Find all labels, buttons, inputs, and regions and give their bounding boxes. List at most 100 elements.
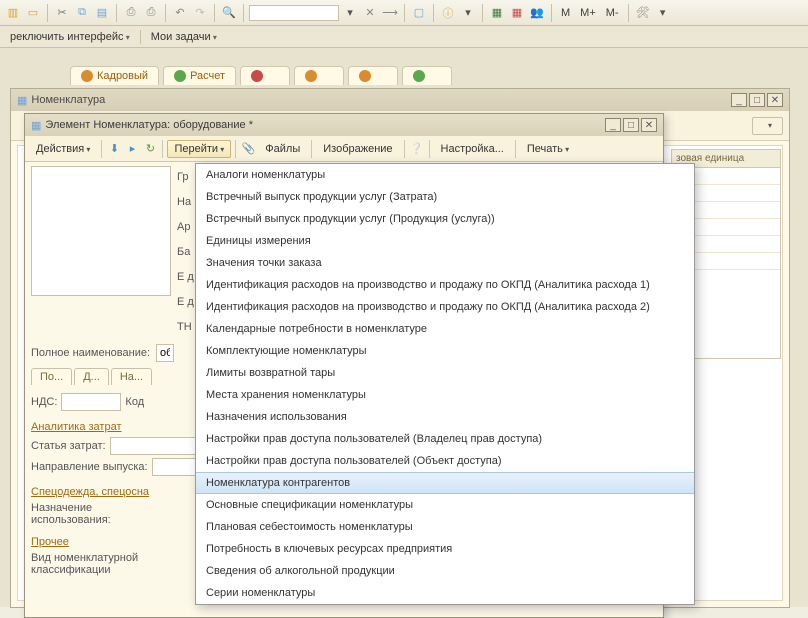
settings-button[interactable]: Настройка... <box>434 140 511 158</box>
dd-item[interactable]: Аналоги номенклатуры <box>196 164 694 186</box>
window-icon[interactable]: ▢ <box>410 4 428 22</box>
cost-item-input[interactable] <box>110 437 197 455</box>
cost-item-label: Статья затрат: <box>31 440 106 452</box>
refresh-icon[interactable]: ↻ <box>142 141 158 157</box>
element-toolbar: Действия ⬇ ▸ ↻ Перейти 📎 Файлы Изображен… <box>25 136 663 162</box>
new-doc-icon[interactable]: ▥ <box>4 4 22 22</box>
nds-input[interactable] <box>61 393 121 411</box>
memory-m-button[interactable]: M <box>557 5 574 21</box>
app-main-toolbar: ▥ ▭ ✂ ⧉ ▤ ⎙ ⎙ ↶ ↷ 🔍 ▾ ✕ ⟶ ▢ ⓘ ▾ ▦ ▦ 👥 M … <box>0 0 808 26</box>
dd-item[interactable]: Настройки прав доступа пользователей (Об… <box>196 450 694 472</box>
mini-tab-3[interactable]: На... <box>111 368 152 385</box>
image-button[interactable]: Изображение <box>316 140 399 158</box>
search-input[interactable] <box>249 5 339 21</box>
dd-item[interactable]: Основные спецификации номенклатуры <box>196 494 694 516</box>
tab-5[interactable] <box>348 66 398 85</box>
close-button[interactable]: ✕ <box>767 93 783 107</box>
tab-3[interactable] <box>240 66 290 85</box>
maximize-button[interactable]: □ <box>749 93 765 107</box>
minimize-button[interactable]: _ <box>731 93 747 107</box>
minimize-button[interactable]: _ <box>605 118 621 132</box>
dd-item[interactable]: Настройки прав доступа пользователей (Вл… <box>196 428 694 450</box>
print-preview-icon[interactable]: ⎙ <box>142 4 160 22</box>
print-button[interactable]: Печать <box>520 140 576 158</box>
toolbar-drop-right[interactable] <box>752 117 783 135</box>
dd-item[interactable]: Потребность в ключевых ресурсах предприя… <box>196 538 694 560</box>
menu-my-tasks[interactable]: Мои задачи <box>145 29 223 45</box>
nds-label: НДС: <box>31 396 57 408</box>
dd-item[interactable]: Комплектующие номенклатуры <box>196 340 694 362</box>
dd-item[interactable]: Идентификация расходов на производство и… <box>196 296 694 318</box>
dd-item[interactable]: Единицы измерения <box>196 230 694 252</box>
dropdown-icon[interactable]: ▾ <box>654 4 672 22</box>
mini-tab-2[interactable]: Д... <box>74 368 109 385</box>
save-close-icon[interactable]: ▸ <box>124 141 140 157</box>
memory-mminus-button[interactable]: M- <box>602 5 623 21</box>
users-icon[interactable]: 👥 <box>528 4 546 22</box>
tab-raschet[interactable]: Расчет <box>163 66 236 85</box>
paste-icon[interactable]: ▤ <box>93 4 111 22</box>
maximize-button[interactable]: □ <box>623 118 639 132</box>
mini-tab-1[interactable]: По... <box>31 368 72 385</box>
full-name-label: Полное наименование: <box>31 347 150 359</box>
full-name-input[interactable] <box>156 344 174 362</box>
dd-item[interactable]: Встречный выпуск продукции услуг (Продук… <box>196 208 694 230</box>
dd-item[interactable]: Плановая себестоимость номенклатуры <box>196 516 694 538</box>
tab-6[interactable] <box>402 66 452 85</box>
separator <box>429 140 430 158</box>
calc-icon[interactable]: ▦ <box>488 4 506 22</box>
info-icon[interactable]: ⓘ <box>439 4 457 22</box>
goto-button[interactable]: Перейти <box>167 140 231 158</box>
window-titlebar[interactable]: ▦ Элемент Номенклатура: оборудование * _… <box>25 114 663 136</box>
output-dir-label: Направление выпуска: <box>31 461 148 473</box>
memory-mplus-button[interactable]: M+ <box>576 5 600 21</box>
clear-icon[interactable]: ✕ <box>361 4 379 22</box>
search-icon[interactable]: 🔍 <box>220 4 238 22</box>
tab-4[interactable] <box>294 66 344 85</box>
field-label: Е д <box>177 271 194 283</box>
calendar-icon[interactable]: ▦ <box>508 4 526 22</box>
window-titlebar[interactable]: ▦ Номенклатура _ □ ✕ <box>11 89 789 111</box>
field-label: Гр <box>177 171 194 183</box>
find-next-icon[interactable]: ⟶ <box>381 4 399 22</box>
actions-button[interactable]: Действия <box>29 140 97 158</box>
assign-use-label: Назначение <box>31 502 92 514</box>
tab-kadrovyy[interactable]: Кадровый <box>70 66 159 85</box>
open-icon[interactable]: ▭ <box>24 4 42 22</box>
save-icon[interactable]: ⬇ <box>106 141 122 157</box>
separator <box>482 4 483 22</box>
cut-icon[interactable]: ✂ <box>53 4 71 22</box>
separator <box>214 4 215 22</box>
field-label: Ба <box>177 246 194 258</box>
tools-icon[interactable]: 🛠 <box>634 4 652 22</box>
dd-item[interactable]: Календарные потребности в номенклатуре <box>196 318 694 340</box>
menu-switch-interface[interactable]: реключить интерфейс <box>4 29 136 45</box>
dd-item[interactable]: Места хранения номенклатуры <box>196 384 694 406</box>
separator <box>404 140 405 158</box>
help-icon[interactable]: ❔ <box>409 141 425 157</box>
dd-item[interactable]: Сведения об алкогольной продукции <box>196 560 694 582</box>
output-dir-input[interactable] <box>152 458 197 476</box>
copy-icon[interactable]: ⧉ <box>73 4 91 22</box>
dd-item-highlighted[interactable]: Номенклатура контрагентов <box>196 472 694 494</box>
undo-icon[interactable]: ↶ <box>171 4 189 22</box>
dd-item[interactable]: Серии номенклатуры <box>196 582 694 604</box>
redo-icon[interactable]: ↷ <box>191 4 209 22</box>
dd-item[interactable]: Значения точки заказа <box>196 252 694 274</box>
dropdown-icon[interactable]: ▾ <box>459 4 477 22</box>
separator <box>311 140 312 158</box>
dd-item[interactable]: Назначения использования <box>196 406 694 428</box>
dropdown-icon[interactable]: ▾ <box>341 4 359 22</box>
files-button[interactable]: Файлы <box>258 140 307 158</box>
dd-item[interactable]: Встречный выпуск продукции услуг (Затрат… <box>196 186 694 208</box>
attach-icon[interactable]: 📎 <box>240 141 256 157</box>
app-menu-bar: реключить интерфейс Мои задачи <box>0 26 808 48</box>
tab-icon <box>251 70 263 82</box>
dd-item[interactable]: Лимиты возвратной тары <box>196 362 694 384</box>
tab-icon <box>305 70 317 82</box>
dd-item[interactable]: Идентификация расходов на производство и… <box>196 274 694 296</box>
tab-icon <box>413 70 425 82</box>
close-button[interactable]: ✕ <box>641 118 657 132</box>
separator <box>165 4 166 22</box>
print-icon[interactable]: ⎙ <box>122 4 140 22</box>
